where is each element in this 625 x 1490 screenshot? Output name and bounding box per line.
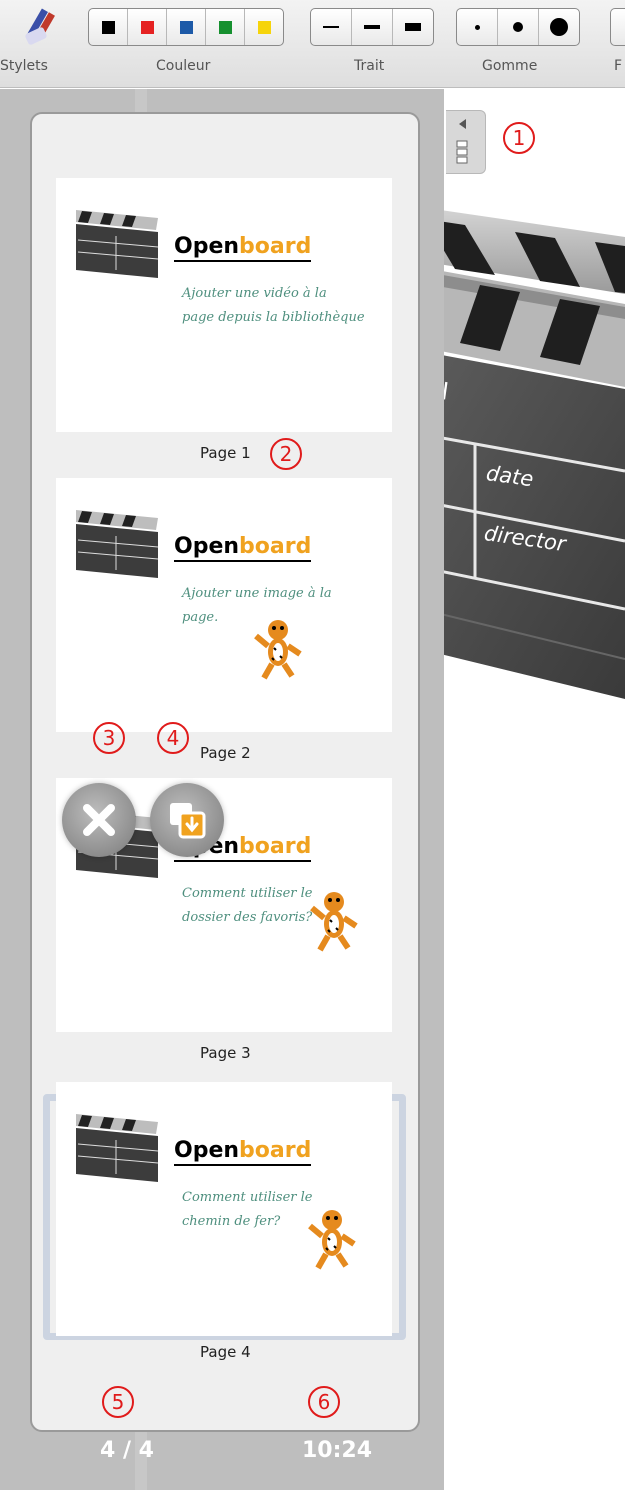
eraser-small-button[interactable] (457, 9, 498, 45)
tiger-icon (310, 892, 358, 952)
delete-page-icon (83, 804, 115, 836)
eraser-size-selector (456, 8, 580, 46)
color-yellow-swatch (257, 20, 271, 34)
thumb-caption-line2: page depuis la bibliothèque (182, 310, 365, 325)
callout-1: 1 (503, 122, 535, 154)
page-label-1: Page 1 (200, 444, 251, 462)
main-toolbar: Stylets Couleur Trait Gomme F (0, 0, 625, 88)
thumb-caption-line1: Comment utiliser le (182, 1190, 313, 1205)
line-medium-button[interactable] (352, 9, 393, 45)
page-label-2: Page 2 (200, 744, 251, 762)
color-blue-button[interactable] (167, 9, 206, 45)
logo-board-text: board (239, 834, 312, 859)
logo-open-text: Open (174, 234, 240, 259)
line-width-selector (310, 8, 434, 46)
color-green-button[interactable] (206, 9, 245, 45)
page-label-4: Page 4 (200, 1343, 251, 1361)
gomme-group: Gomme (456, 0, 580, 88)
trait-label: Trait (354, 58, 385, 74)
line-thin-button[interactable] (311, 9, 352, 45)
couleur-group: Couleur (88, 0, 284, 88)
logo-board-text: board (239, 1138, 312, 1163)
eraser-small-icon (474, 24, 480, 30)
logo-open-text: Open (174, 534, 240, 559)
eraser-medium-button[interactable] (498, 9, 539, 45)
thumb-caption-line1: Ajouter une image à la (182, 586, 332, 601)
page-thumbnail-4[interactable]: Openboard Comment utiliser le chemin de … (56, 1082, 392, 1336)
eraser-large-icon (550, 18, 568, 36)
color-green-swatch (218, 20, 232, 34)
line-medium-icon (364, 25, 380, 29)
eraser-medium-icon (513, 22, 523, 32)
callout-6: 6 (308, 1386, 340, 1418)
color-yellow-button[interactable] (245, 9, 283, 45)
color-black-swatch (101, 20, 115, 34)
line-thick-icon (405, 23, 421, 31)
duplicate-page-icon (170, 803, 206, 839)
page-thumbnail-2[interactable]: Openboard Ajouter une image à la page. (56, 478, 392, 732)
eraser-large-button[interactable] (539, 9, 579, 45)
stylets-group: Stylets (0, 0, 80, 88)
clock-display: 10:24 (302, 1438, 373, 1463)
pen-eraser-icon[interactable] (20, 6, 60, 48)
gomme-label: Gomme (482, 58, 538, 74)
clapperboard-thumb-icon (76, 210, 159, 278)
callout-4: 4 (157, 722, 189, 754)
color-red-swatch (140, 20, 154, 34)
delete-page-button[interactable] (62, 783, 136, 857)
clapperboard-image (420, 207, 625, 699)
page-thumbnail-1[interactable]: Openboard Ajouter une vidéo à la page de… (56, 178, 392, 432)
collapse-left-icon (456, 119, 468, 164)
color-selector (88, 8, 284, 46)
next-tool-group: F (600, 0, 625, 88)
stylets-label: Stylets (0, 58, 48, 74)
logo-board-text: board (239, 234, 312, 259)
openboard-logo: Openboard (174, 1138, 312, 1166)
clapperboard-thumb-icon (76, 1114, 159, 1182)
couleur-label: Couleur (156, 58, 211, 74)
color-blue-swatch (179, 20, 193, 34)
duplicate-page-button[interactable] (150, 783, 224, 857)
color-red-button[interactable] (128, 9, 167, 45)
thumb-caption-line1: Ajouter une vidéo à la (182, 286, 327, 301)
color-black-button[interactable] (89, 9, 128, 45)
board-canvas[interactable]: ON date director (420, 89, 625, 1490)
logo-board-text: board (239, 534, 312, 559)
tiger-icon (254, 620, 302, 680)
sidebar-collapse-tab[interactable] (446, 110, 486, 174)
logo-open-text: Open (174, 1138, 240, 1163)
next-tool-button[interactable] (610, 8, 625, 46)
callout-3: 3 (93, 722, 125, 754)
line-thick-button[interactable] (393, 9, 433, 45)
clapperboard-thumb-icon (76, 510, 159, 578)
line-thin-icon (323, 26, 339, 28)
page-counter: 4 / 4 (100, 1438, 154, 1463)
openboard-logo: Openboard (174, 534, 312, 562)
page-label-3: Page 3 (200, 1044, 251, 1062)
callout-5: 5 (102, 1386, 134, 1418)
openboard-logo: Openboard (174, 234, 312, 262)
callout-2: 2 (270, 438, 302, 470)
thumb-caption: Ajouter une vidéo à la page depuis la bi… (182, 282, 372, 330)
tiger-icon (308, 1210, 356, 1270)
next-tool-label: F (614, 58, 623, 74)
trait-group: Trait (310, 0, 434, 88)
